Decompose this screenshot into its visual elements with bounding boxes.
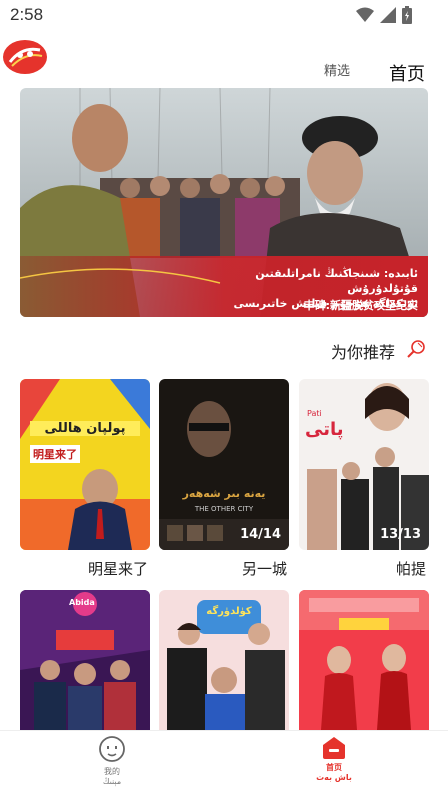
poster-title: كۈلدۈرگە — [206, 606, 252, 617]
poster-image — [20, 590, 150, 730]
tab-home[interactable]: 首页 — [389, 60, 425, 86]
banner-caption: 丰碑:新疆脱贫攻坚纪实 — [303, 299, 418, 312]
episode-count: 13/13 — [380, 527, 421, 542]
card-label[interactable]: 另一城 — [157, 558, 287, 579]
nav-mine-label-ug: مېنىڭ — [102, 777, 122, 786]
program-card[interactable]: كۈلدۈرگە — [159, 590, 289, 730]
signal-icon — [380, 7, 396, 23]
status-bar: 2:58 — [0, 0, 448, 30]
program-card[interactable]: پاتى Pati 13/13 — [299, 379, 429, 550]
banner-uyghur-line1: ئابىدە: شىنجاڭنىڭ نامراتلىقتىن قۇتۇلدۇرۇ… — [255, 267, 418, 295]
status-time: 2:58 — [10, 5, 44, 24]
poster-image — [20, 379, 150, 550]
program-card[interactable] — [299, 590, 429, 730]
poster-subtitle: THE OTHER CITY — [194, 505, 254, 513]
poster-image — [159, 379, 289, 550]
status-icons — [356, 6, 412, 24]
smiley-icon — [99, 736, 125, 762]
wifi-icon — [356, 7, 374, 22]
home-icon — [323, 737, 345, 759]
featured-banner[interactable]: ئابىدە: شىنجاڭنىڭ نامراتلىقتىن قۇتۇلدۇرۇ… — [20, 88, 428, 317]
nav-home[interactable]: 首页 باش بەت — [312, 735, 356, 783]
nav-mine[interactable]: 我的 مېنىڭ — [92, 735, 132, 787]
bottom-nav: 我的 مېنىڭ 首页 باش بەت — [0, 730, 448, 796]
poster-subtitle: Pati — [307, 409, 322, 418]
nav-home-label-ug: باش بەت — [316, 773, 352, 782]
tab-featured[interactable]: 精选 — [324, 60, 350, 79]
card-label[interactable]: 帕提 — [296, 558, 426, 579]
app-logo — [2, 38, 48, 76]
poster-image — [299, 379, 429, 550]
nav-home-label-cn: 首页 — [326, 763, 342, 772]
nav-mine-label-cn: 我的 — [104, 767, 120, 776]
program-card[interactable]: پولپان ھاللى 明星来了 — [20, 379, 150, 550]
battery-icon — [402, 6, 412, 24]
app-header: 精选 首页 — [0, 30, 448, 86]
poster-subtitle: 明星来了 — [30, 445, 80, 463]
episode-count: 14/14 — [240, 527, 281, 542]
poster-title: Abida — [69, 598, 95, 607]
program-card[interactable]: Abida — [20, 590, 150, 730]
card-label[interactable]: 明星来了 — [18, 558, 148, 579]
poster-title: يەنە بىر شەھەر — [182, 487, 266, 500]
poster-image — [299, 590, 429, 730]
poster-title: پاتى — [305, 419, 344, 440]
section-title: 为你推荐 — [331, 343, 396, 362]
poster-title: پولپان ھاللى — [30, 421, 140, 436]
program-card[interactable]: يەنە بىر شەھەر THE OTHER CITY 14/14 — [159, 379, 289, 550]
magnifier-icon[interactable] — [406, 338, 428, 360]
